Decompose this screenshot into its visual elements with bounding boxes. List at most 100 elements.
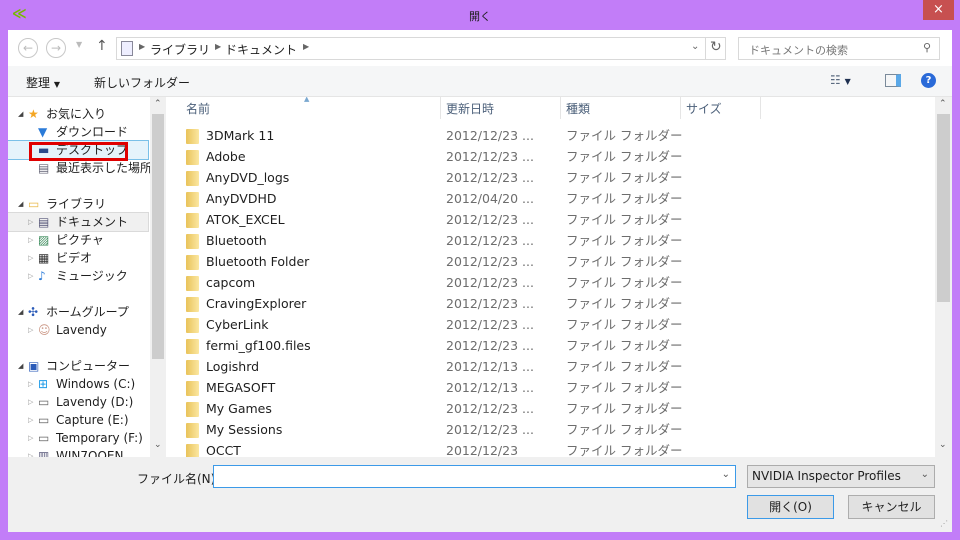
sidebar-item[interactable]: ▷ ▭ Lavendy (D:) [8, 393, 148, 411]
close-button[interactable]: × [923, 0, 954, 20]
file-date: 2012/12/13 ... [446, 380, 534, 395]
expand-arrow-icon[interactable]: ▷ [28, 411, 33, 429]
file-type: ファイル フォルダー [566, 128, 683, 143]
refresh-button[interactable]: ↻ [710, 39, 722, 55]
breadcrumb-separator-icon[interactable]: ▶ [303, 42, 309, 51]
sidebar-item[interactable]: ▷ ▭ Capture (E:) [8, 411, 148, 429]
sidebar-item[interactable]: ▷ ☺ Lavendy [8, 321, 148, 339]
expand-arrow-icon[interactable]: ▷ [28, 213, 33, 231]
download-folder-icon: ▼ [38, 125, 48, 139]
column-header-size[interactable]: サイズ [686, 100, 722, 117]
sidebar-item[interactable]: ◢ ▣ コンピューター [8, 357, 148, 375]
dialog-footer: ファイル名(N): ⌄ NVIDIA Inspector Profiles ⌄ … [8, 457, 952, 532]
file-date: 2012/12/23 ... [446, 296, 534, 311]
collapse-arrow-icon[interactable]: ◢ [18, 357, 23, 375]
cancel-button[interactable]: キャンセル [848, 495, 935, 519]
file-row[interactable]: MEGASOFT 2012/12/13 ... ファイル フォルダー [166, 377, 926, 398]
sidebar-item[interactable]: ▷ ▨ ピクチャ [8, 231, 148, 249]
expand-arrow-icon[interactable]: ▷ [28, 231, 33, 249]
scrollbar-thumb[interactable] [937, 114, 950, 302]
file-row[interactable]: OCCT 2012/12/23 ファイル フォルダー [166, 440, 926, 457]
file-list-scrollbar[interactable]: ⌃ ⌄ [935, 97, 952, 457]
navigation-pane-scrollbar[interactable]: ⌃ ⌄ [150, 97, 166, 457]
up-button[interactable]: ↑ [96, 38, 108, 54]
sidebar-item[interactable]: ◢ ✣ ホームグループ [8, 303, 148, 321]
file-row[interactable]: 3DMark 11 2012/12/23 ... ファイル フォルダー [166, 125, 926, 146]
file-name: My Games [206, 401, 272, 416]
document-library-icon [121, 41, 133, 56]
back-button[interactable]: ← [18, 38, 38, 58]
file-name: capcom [206, 275, 256, 290]
sidebar-item[interactable]: ▷ ▤ ドキュメント [8, 212, 149, 232]
breadcrumb-libraries[interactable]: ライブラリ [150, 41, 210, 58]
forward-button[interactable]: → [46, 38, 66, 58]
file-row[interactable]: Adobe 2012/12/23 ... ファイル フォルダー [166, 146, 926, 167]
file-row[interactable]: Logishrd 2012/12/13 ... ファイル フォルダー [166, 356, 926, 377]
open-button[interactable]: 開く(O) [747, 495, 834, 519]
file-row[interactable]: Bluetooth 2012/12/23 ... ファイル フォルダー [166, 230, 926, 251]
view-options-icon[interactable]: ☷ ▼ [830, 73, 851, 87]
scrollbar-thumb[interactable] [152, 114, 164, 359]
expand-arrow-icon[interactable]: ▷ [28, 393, 33, 411]
folder-icon [186, 192, 199, 207]
column-header-date[interactable]: 更新日時 [446, 100, 494, 117]
new-folder-button[interactable]: 新しいフォルダー [94, 74, 190, 91]
expand-arrow-icon[interactable]: ▷ [28, 321, 33, 339]
folder-icon [186, 402, 199, 417]
sidebar-item[interactable]: ▷ ♪ ミュージック [8, 267, 148, 285]
collapse-arrow-icon[interactable]: ◢ [18, 105, 23, 123]
sidebar-item[interactable]: ▷ ▥ WIN7OOEN [8, 447, 148, 457]
recent-dropdown-icon[interactable]: ▼ [76, 40, 82, 49]
file-date: 2012/04/20 ... [446, 191, 534, 206]
sidebar-item[interactable]: ▤ 最近表示した場所 [8, 159, 150, 177]
file-date: 2012/12/23 ... [446, 401, 534, 416]
file-row[interactable]: AnyDVD_logs 2012/12/23 ... ファイル フォルダー [166, 167, 926, 188]
folder-icon [186, 297, 199, 312]
column-header-name[interactable]: 名前 [186, 100, 210, 117]
sidebar-item-label: ホームグループ [46, 305, 129, 319]
collapse-arrow-icon[interactable]: ◢ [18, 195, 23, 213]
address-dropdown-icon[interactable]: ⌄ [691, 41, 699, 52]
search-input[interactable]: ドキュメントの検索 ⚲ [738, 37, 940, 60]
file-row[interactable]: fermi_gf100.files 2012/12/23 ... ファイル フォルダ… [166, 335, 926, 356]
breadcrumb-documents[interactable]: ドキュメント [225, 41, 297, 58]
file-type-value: NVIDIA Inspector Profiles [752, 469, 901, 483]
sidebar-item[interactable]: ▷ ▭ Temporary (F:) [8, 429, 148, 447]
file-name: 3DMark 11 [206, 128, 275, 143]
file-row[interactable]: Bluetooth Folder 2012/12/23 ... ファイル フォルダー [166, 251, 926, 272]
filename-input[interactable]: ⌄ [213, 465, 736, 488]
folder-icon [186, 444, 199, 457]
sidebar-item[interactable]: ▼ ダウンロード [8, 123, 148, 141]
file-name: MEGASOFT [206, 380, 276, 395]
file-row[interactable]: CravingExplorer 2012/12/23 ... ファイル フォルダー [166, 293, 926, 314]
file-type-select[interactable]: NVIDIA Inspector Profiles ⌄ [747, 465, 935, 488]
expand-arrow-icon[interactable]: ▷ [28, 375, 33, 393]
expand-arrow-icon[interactable]: ▷ [28, 249, 33, 267]
collapse-arrow-icon[interactable]: ◢ [18, 303, 23, 321]
expand-arrow-icon[interactable]: ▷ [28, 447, 33, 457]
sidebar-item[interactable]: ▷ ⊞ Windows (C:) [8, 375, 148, 393]
address-bar[interactable]: ▶ ライブラリ ▶ ドキュメント ▶ ⌄ ↻ [116, 37, 726, 60]
file-row[interactable]: capcom 2012/12/23 ... ファイル フォルダー [166, 272, 926, 293]
file-row[interactable]: AnyDVDHD 2012/04/20 ... ファイル フォルダー [166, 188, 926, 209]
sidebar-item[interactable]: ▷ ▦ ビデオ [8, 249, 148, 267]
filename-dropdown-icon[interactable]: ⌄ [722, 469, 730, 480]
help-icon[interactable]: ? [921, 73, 936, 88]
folder-icon [186, 150, 199, 165]
expand-arrow-icon[interactable]: ▷ [28, 429, 33, 447]
sidebar-item[interactable]: ◢ ★ お気に入り [8, 105, 148, 123]
sidebar-item-label: ダウンロード [56, 125, 129, 139]
organize-button[interactable]: 整理 ▼ [26, 74, 60, 91]
column-header-type[interactable]: 種類 [566, 100, 590, 117]
expand-arrow-icon[interactable]: ▷ [28, 267, 33, 285]
sidebar-item[interactable]: ◢ ▭ ライブラリ [8, 195, 148, 213]
sidebar-item-label: 最近表示した場所 [56, 161, 150, 175]
resize-grip-icon[interactable]: ⋰ [940, 519, 948, 528]
file-row[interactable]: ATOK_EXCEL 2012/12/23 ... ファイル フォルダー [166, 209, 926, 230]
preview-pane-icon[interactable] [885, 74, 901, 87]
file-row[interactable]: CyberLink 2012/12/23 ... ファイル フォルダー [166, 314, 926, 335]
file-row[interactable]: My Games 2012/12/23 ... ファイル フォルダー [166, 398, 926, 419]
file-row[interactable]: My Sessions 2012/12/23 ... ファイル フォルダー [166, 419, 926, 440]
search-icon[interactable]: ⚲ [923, 41, 931, 54]
library-icon: ▭ [28, 197, 40, 211]
